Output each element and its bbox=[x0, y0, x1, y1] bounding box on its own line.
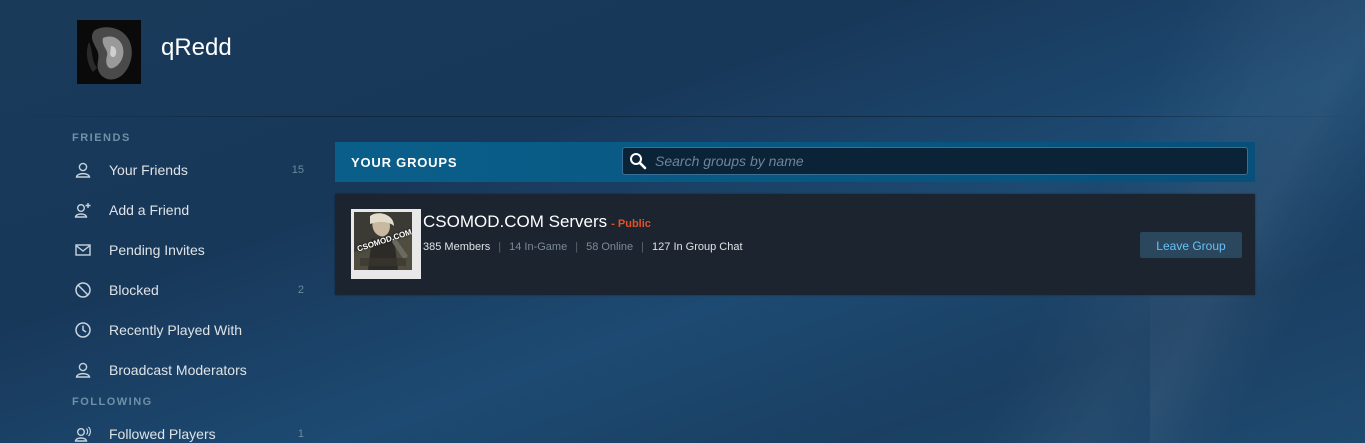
sidebar-item-label: Recently Played With bbox=[109, 322, 243, 338]
group-name[interactable]: CSOMOD.COM Servers bbox=[423, 212, 607, 232]
blocked-count: 2 bbox=[297, 284, 304, 296]
sidebar-item-label: Add a Friend bbox=[109, 202, 190, 218]
stat-separator: | bbox=[575, 241, 579, 253]
search-box[interactable] bbox=[622, 147, 1248, 175]
search-icon bbox=[627, 150, 649, 172]
sidebar-item-pending-invites[interactable]: Pending Invites bbox=[72, 230, 308, 270]
followed-person-icon bbox=[72, 423, 94, 443]
search-input[interactable] bbox=[653, 152, 1217, 170]
profile-name[interactable]: qRedd bbox=[161, 34, 232, 62]
sidebar-item-label: Broadcast Moderators bbox=[109, 362, 247, 378]
sidebar-item-your-friends[interactable]: Your Friends 15 bbox=[72, 150, 308, 190]
sidebar-item-broadcast-moderators[interactable]: Broadcast Moderators bbox=[72, 350, 308, 390]
blocked-icon bbox=[72, 279, 94, 301]
group-card: CSOMOD.COM CSOMOD.COM Servers - Public 3… bbox=[335, 194, 1255, 295]
group-avatar[interactable]: CSOMOD.COM bbox=[351, 209, 421, 279]
sidebar-item-label: Followed Players bbox=[109, 426, 216, 442]
group-chat-count: 127 In Group Chat bbox=[652, 241, 743, 253]
envelope-icon bbox=[72, 239, 94, 261]
group-online-count: 58 Online bbox=[586, 241, 634, 253]
clock-icon bbox=[72, 319, 94, 341]
sidebar-item-label: Your Friends bbox=[109, 162, 188, 178]
group-members-count: 385 Members bbox=[423, 241, 491, 253]
stat-separator: | bbox=[641, 241, 645, 253]
groups-title: YOUR GROUPS bbox=[351, 154, 458, 170]
section-header-friends: FRIENDS bbox=[72, 132, 131, 144]
sidebar-item-label: Pending Invites bbox=[109, 242, 205, 258]
sidebar-item-add-friend[interactable]: Add a Friend bbox=[72, 190, 308, 230]
group-stats: 385 Members | 14 In-Game | 58 Online | 1… bbox=[423, 241, 743, 253]
person-icon bbox=[72, 159, 94, 181]
groups-header-bar: YOUR GROUPS bbox=[335, 142, 1255, 182]
add-person-icon bbox=[72, 199, 94, 221]
sidebar-item-blocked[interactable]: Blocked 2 bbox=[72, 270, 308, 310]
group-visibility-badge: - Public bbox=[611, 218, 651, 230]
header-divider bbox=[0, 116, 1365, 117]
lion-avatar-image bbox=[77, 20, 141, 84]
section-header-following: FOLLOWING bbox=[72, 396, 153, 408]
followed-players-count: 1 bbox=[297, 428, 304, 440]
leave-group-button[interactable]: Leave Group bbox=[1140, 232, 1242, 258]
profile-header: qRedd bbox=[77, 20, 232, 84]
sidebar-item-recently-played[interactable]: Recently Played With bbox=[72, 310, 308, 350]
groups-panel: YOUR GROUPS CSOMOD.COM bbox=[335, 142, 1255, 295]
group-avatar-image: CSOMOD.COM bbox=[354, 212, 412, 270]
sidebar: FRIENDS Your Friends 15 Add a Friend Pen… bbox=[72, 126, 308, 443]
sidebar-item-label: Blocked bbox=[109, 282, 159, 298]
avatar[interactable] bbox=[77, 20, 141, 84]
sidebar-item-followed-players[interactable]: Followed Players 1 bbox=[72, 414, 308, 443]
person-icon bbox=[72, 359, 94, 381]
group-name-row: CSOMOD.COM Servers - Public bbox=[423, 212, 651, 232]
group-in-game-count: 14 In-Game bbox=[509, 241, 568, 253]
friends-count: 15 bbox=[291, 164, 304, 176]
stat-separator: | bbox=[498, 241, 502, 253]
